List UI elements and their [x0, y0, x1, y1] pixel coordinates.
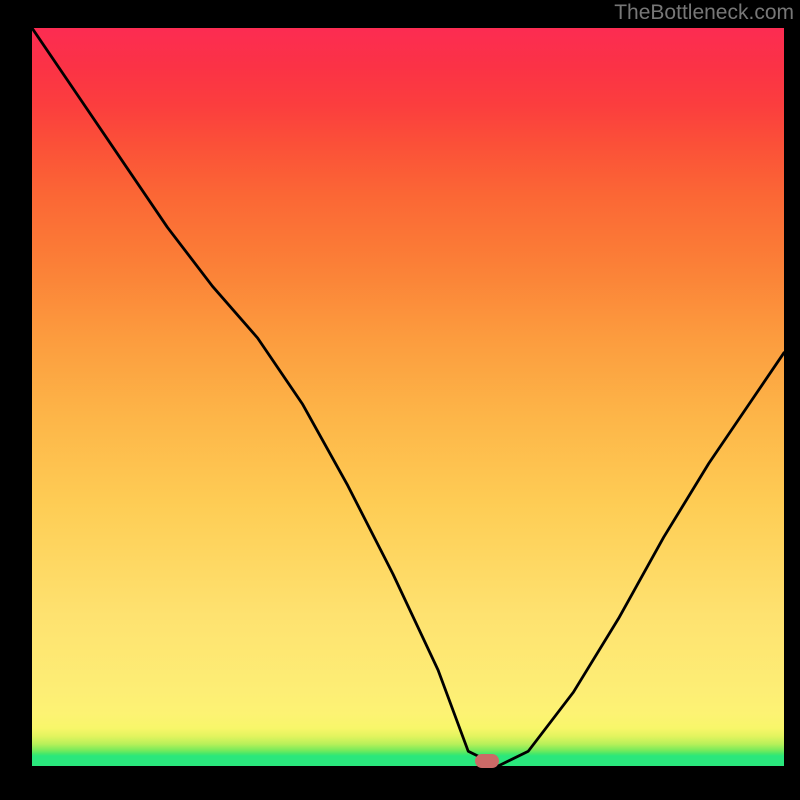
chart-baseline: [32, 760, 784, 766]
bottleneck-chart: TheBottleneck.com: [0, 0, 800, 800]
optimal-point-marker: [475, 754, 499, 768]
chart-plot-area: [32, 28, 784, 766]
bottleneck-curve: [32, 28, 784, 766]
watermark-text: TheBottleneck.com: [614, 1, 794, 25]
